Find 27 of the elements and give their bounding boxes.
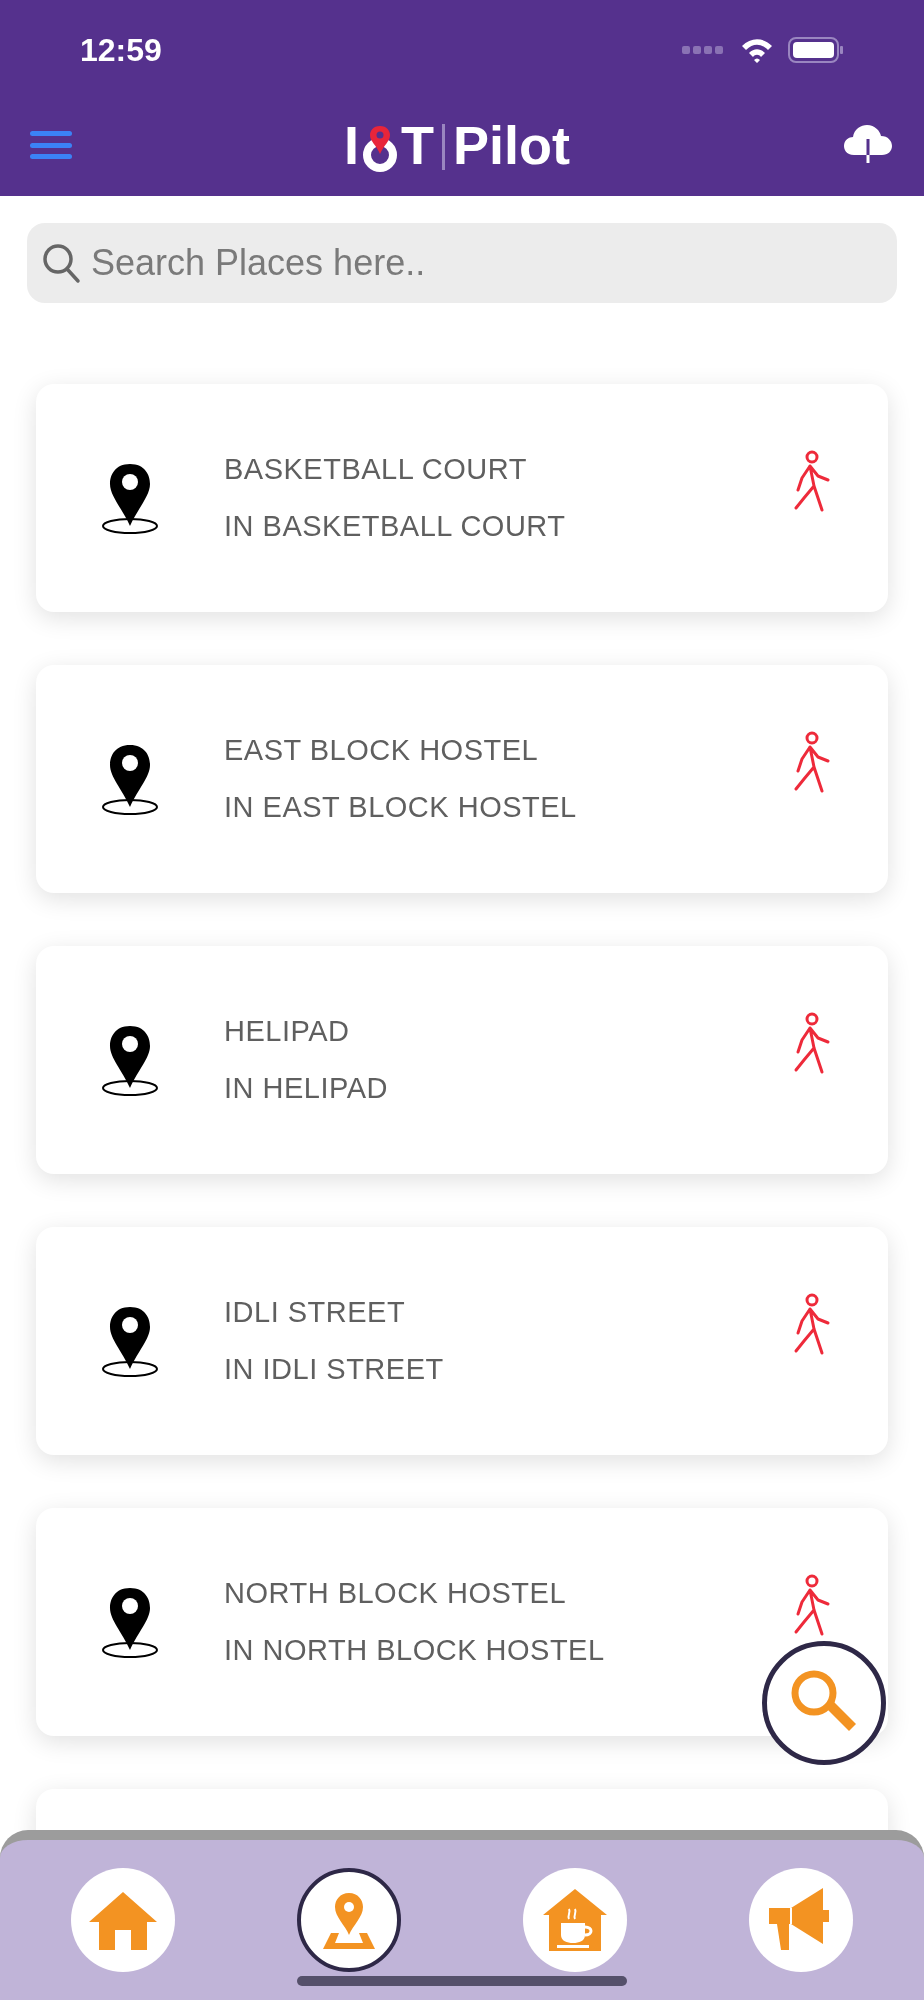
place-name: NORTH BLOCK HOSTEL (224, 1575, 568, 1611)
place-name: BASKETBALL COURT (224, 451, 528, 487)
place-location: IN HELIPAD (224, 1071, 389, 1106)
menu-icon[interactable] (30, 131, 72, 159)
place-card[interactable]: IDLI STREET IN IDLI STREET (36, 1227, 888, 1455)
place-name: EAST BLOCK HOSTEL (224, 732, 540, 768)
place-location: IN NORTH BLOCK HOSTEL (224, 1633, 606, 1668)
place-name: HELIPAD (224, 1013, 351, 1049)
place-location: IN BASKETBALL COURT (224, 509, 567, 544)
logo-text: T (401, 118, 434, 172)
signal-icon (682, 44, 726, 56)
place-name: IDLI STREET (224, 1294, 407, 1330)
place-location: IN IDLI STREET (224, 1352, 445, 1387)
place-location: IN EAST BLOCK HOSTEL (224, 790, 578, 825)
search-input[interactable]: Search Places here.. (91, 236, 883, 290)
place-card[interactable]: BASKETBALL COURT IN BASKETBALL COURT (36, 384, 888, 612)
wifi-icon (740, 37, 774, 63)
logo-pin-icon (361, 124, 399, 172)
logo-text: I (344, 118, 359, 172)
place-card[interactable]: HELIPAD IN HELIPAD (36, 946, 888, 1174)
place-card[interactable]: EAST BLOCK HOSTEL IN EAST BLOCK HOSTEL (36, 665, 888, 893)
logo-text: Pilot (453, 118, 570, 172)
search-field[interactable]: Search Places here.. (27, 223, 897, 303)
search-icon (41, 242, 81, 284)
status-time: 12:59 (80, 31, 162, 70)
place-card[interactable]: NORTH BLOCK HOSTEL IN NORTH BLOCK HOSTEL (36, 1508, 888, 1736)
battery-icon (788, 36, 844, 64)
